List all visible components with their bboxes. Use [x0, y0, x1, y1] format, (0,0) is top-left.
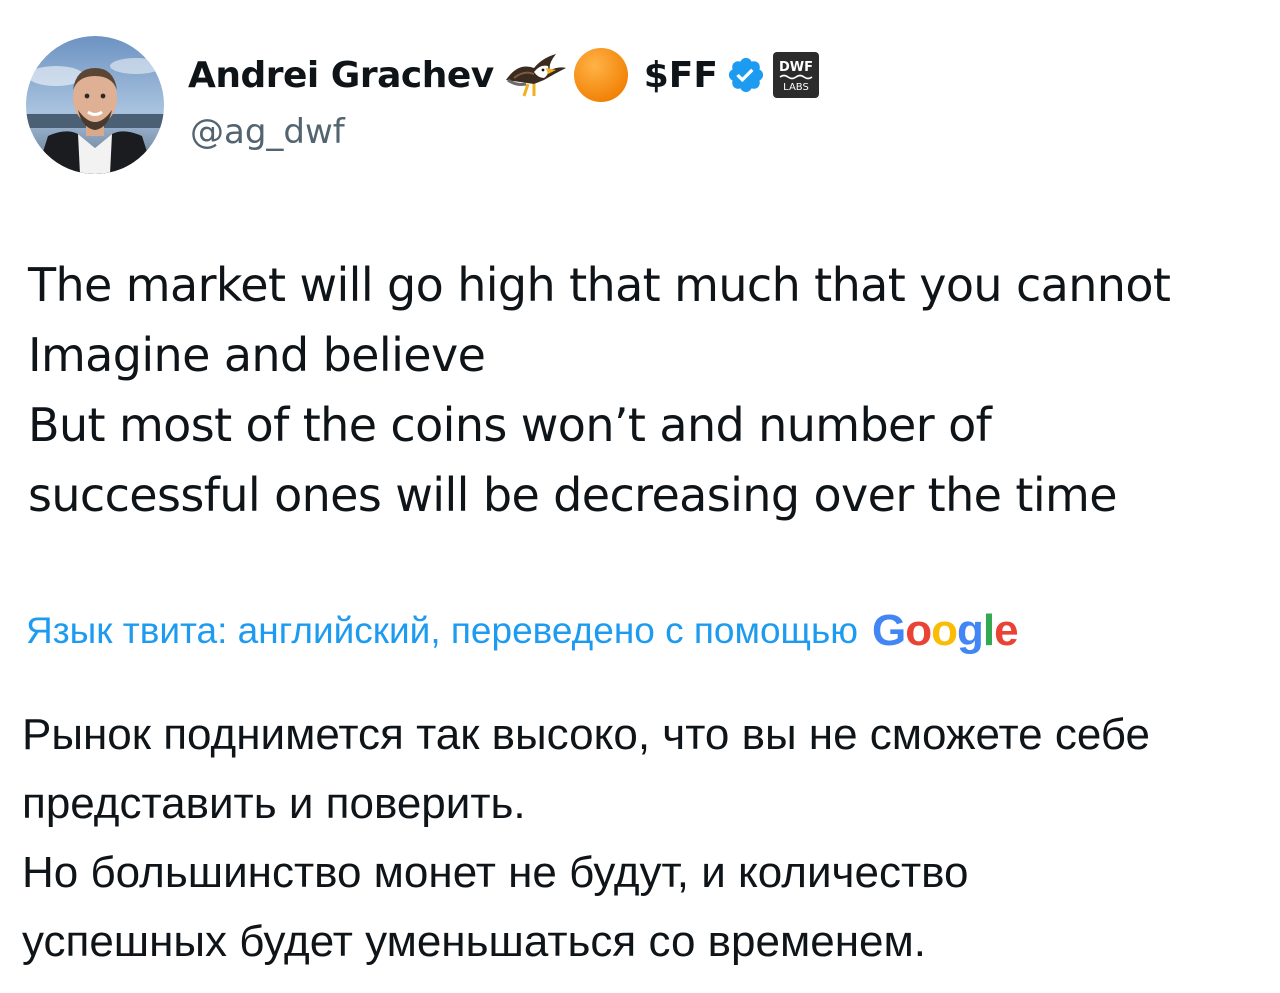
translation-label[interactable]: Язык твита: английский, переведено с пом… — [26, 610, 858, 652]
orange-circle-icon — [572, 46, 630, 104]
author-handle[interactable]: @ag_dwf — [190, 112, 345, 152]
translated-text-line: Рынок поднимется так высоко, что вы не с… — [22, 710, 1150, 759]
avatar-photo — [26, 36, 164, 174]
tweet-text-line: successful ones will be decreasing over … — [28, 468, 1118, 522]
svg-text:LABS: LABS — [783, 82, 809, 93]
translated-tweet-text: Рынок поднимется так высоко, что вы не с… — [22, 700, 1262, 976]
google-logo-text: G — [872, 606, 906, 655]
tweet-text-line: Imagine and believe — [28, 328, 486, 382]
tweet-text-line: The market will go high that much that y… — [28, 258, 1171, 312]
author-display-name[interactable]: Andrei Grachev — [188, 55, 494, 96]
affiliate-badge-icon[interactable]: DWF LABS — [772, 51, 820, 99]
tweet-text-line: But most of the coins won’t and number o… — [28, 398, 992, 452]
author-name-ticker: $FF — [643, 54, 718, 96]
translated-text-line: успешных будет уменьшаться со временем. — [22, 917, 926, 966]
eagle-icon — [504, 50, 568, 100]
tweet-text: The market will go high that much that y… — [28, 250, 1248, 530]
google-logo[interactable]: Google — [872, 606, 1019, 656]
verified-badge-icon[interactable] — [726, 55, 766, 95]
translated-text-line: Но большинство монет не будут, и количес… — [22, 848, 969, 897]
author-name-row: Andrei Grachev $FF DWF LABS — [188, 48, 820, 102]
translation-attribution: Язык твита: английский, переведено с пом… — [26, 606, 1019, 656]
avatar[interactable] — [26, 36, 164, 174]
tweet-card: Andrei Grachev $FF DWF LABS @ag_dwf The … — [0, 0, 1280, 993]
svg-text:DWF: DWF — [779, 60, 813, 75]
translated-text-line: представить и поверить. — [22, 779, 526, 828]
